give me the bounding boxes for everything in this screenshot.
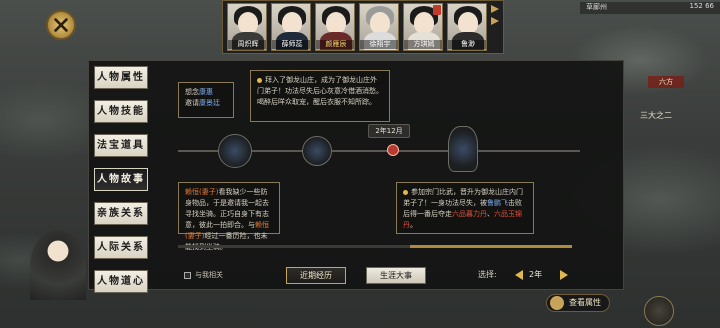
- portrait-name: 徐翔宇: [360, 40, 398, 49]
- side-tab-list: 人物属性 人物技能 法宝道具 人物故事 亲族关系 人际关系 人物道心: [94, 66, 152, 293]
- player-avatar: [30, 230, 86, 300]
- story-figure-left: [218, 134, 252, 168]
- story-card-top-right: 拜入了御龙山庄，成为了御龙山庄外门弟子！功法尽失后心灰意冷借酒消愁。喝醉后咩众取…: [250, 70, 390, 122]
- portrait-3-selected[interactable]: 颜雁辰: [315, 3, 355, 51]
- story-figure-mid: [302, 136, 332, 166]
- tab-relations[interactable]: 人际关系: [94, 236, 148, 259]
- portrait-name: 鲁渺: [448, 40, 486, 49]
- game-screen: 周炽辉 薛师蕊 颜雁辰 徐翔宇 方琪嫣 鲁渺 草廊州 152 66 六方 三大之…: [0, 0, 720, 328]
- story-card-bottom-right: 参加宗门比武，晋升为御龙山庄内门弟子了！一身功法尽失，被鲁鹏飞击败后得一番后夺走…: [396, 182, 534, 234]
- bullet-icon: [257, 77, 262, 83]
- story-card-bottom-left: 赖恒(妻子)看我缺少一些防身物品，于是邀请我一起去寻找坐骑。正巧自身下有志意，彼…: [178, 182, 280, 251]
- portrait-6[interactable]: 鲁渺: [447, 3, 487, 51]
- portrait-4[interactable]: 徐翔宇: [359, 3, 399, 51]
- close-icon: [54, 18, 68, 32]
- tab-skills[interactable]: 人物技能: [94, 100, 148, 123]
- top-status-bar: 草廊州 152 66: [580, 2, 720, 14]
- checkbox-label: 与我相关: [195, 271, 223, 279]
- corner-menu-button[interactable]: [644, 296, 674, 326]
- year-value: 2年: [529, 270, 543, 279]
- close-button[interactable]: [46, 10, 76, 40]
- attribute-icon: [550, 296, 564, 310]
- bullet-icon: [403, 189, 408, 195]
- notification-badge: [433, 5, 441, 15]
- timeline-scrollbar-thumb[interactable]: [410, 245, 572, 248]
- story-name: 赖恒(妻子): [185, 188, 219, 196]
- story-text: 。: [410, 221, 417, 229]
- character-portrait-bar: 周炽辉 薛师蕊 颜雁辰 徐翔宇 方琪嫣 鲁渺: [222, 0, 504, 54]
- story-item: 六品暮力丹: [452, 210, 487, 218]
- region-sub-label: 三大之二: [640, 111, 672, 120]
- story-text: 拜入了御龙山庄，成为了御龙山庄外门弟子！功法尽失后心灰意冷借酒消愁。喝醉后咩众取…: [257, 76, 383, 106]
- story-timeline-area: 想念康惠 邀请康景廷 拜入了御龙山庄，成为了御龙山庄外门弟子！功法尽失后心灰意冷…: [178, 64, 580, 251]
- timeline-node[interactable]: [387, 144, 399, 156]
- year-next-icon[interactable]: [560, 270, 568, 280]
- portrait-name: 颜雁辰: [316, 40, 354, 49]
- portrait-name: 方琪嫣: [404, 40, 442, 49]
- recent-events-button[interactable]: 近期经历: [286, 267, 346, 284]
- tab-attributes[interactable]: 人物属性: [94, 66, 148, 89]
- select-label: 选择:: [478, 270, 497, 279]
- portrait-name: 薛师蕊: [272, 40, 310, 49]
- tab-treasures[interactable]: 法宝道具: [94, 134, 148, 157]
- location-label: 草廊州: [586, 3, 607, 11]
- region-label: 六方: [648, 76, 684, 88]
- year-prev-icon[interactable]: [515, 270, 523, 280]
- story-text: 邀请: [185, 99, 199, 107]
- tab-dao-heart[interactable]: 人物道心: [94, 270, 148, 293]
- tab-kinship[interactable]: 亲族关系: [94, 202, 148, 225]
- portrait-1[interactable]: 周炽辉: [227, 3, 267, 51]
- story-card-top-left: 想念康惠 邀请康景廷: [178, 82, 234, 118]
- view-attributes-button[interactable]: 查看属性: [546, 294, 610, 312]
- tab-story[interactable]: 人物故事: [94, 168, 148, 191]
- story-name: 康景廷: [199, 99, 220, 107]
- arrow-right-icon: [491, 17, 499, 25]
- story-name: 康惠: [199, 88, 213, 96]
- view-attributes-label: 查看属性: [569, 298, 601, 307]
- related-to-me-filter[interactable]: 与我相关: [184, 270, 223, 280]
- portrait-5[interactable]: 方琪嫣: [403, 3, 443, 51]
- story-text: 想念: [185, 88, 199, 96]
- timeline-date: 2年12月: [368, 124, 410, 138]
- portrait-name: 周炽辉: [228, 40, 266, 49]
- checkbox-icon[interactable]: [184, 271, 191, 279]
- coordinates-label: 152 66: [689, 2, 715, 10]
- story-name: 鲁鹏飞: [487, 199, 508, 207]
- arrow-right-icon: [491, 5, 499, 13]
- life-events-button[interactable]: 生涯大事: [366, 267, 426, 284]
- story-figure-right: [448, 126, 478, 172]
- portrait-2[interactable]: 薛师蕊: [271, 3, 311, 51]
- story-text: 、: [487, 210, 494, 218]
- portrait-scroll-arrows[interactable]: [491, 5, 499, 49]
